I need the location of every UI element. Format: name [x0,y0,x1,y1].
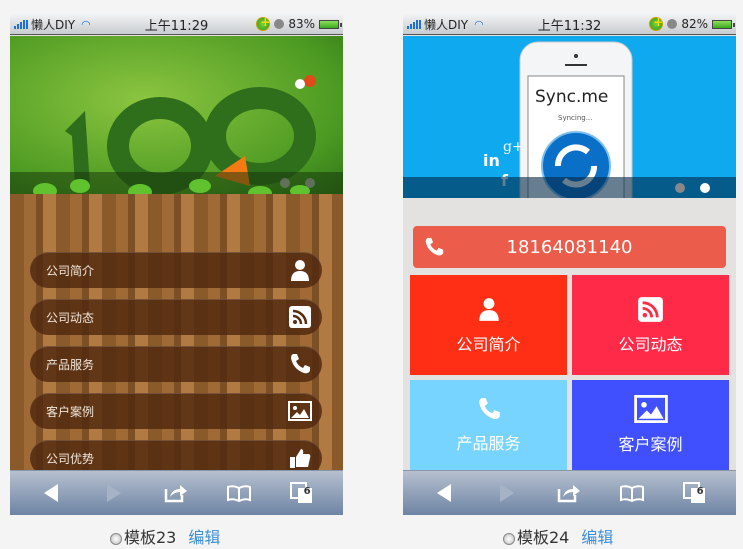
menu-label: 公司优势 [46,451,95,466]
google-plus-icon: g+ [503,139,524,155]
menu-label: 公司动态 [46,310,95,325]
clock-icon [274,19,285,29]
grass-100-illustration [10,75,343,200]
menu-item-company-intro[interactable]: 公司简介 [30,252,322,288]
syncme-phone-illustration: Sync.me Syncing... in g+ f [403,41,736,198]
rss-icon [638,296,663,322]
menu-item-products[interactable]: 产品服务 [30,346,322,382]
back-button[interactable] [36,478,66,508]
rss-icon [289,306,311,328]
security-app-icon [256,15,270,31]
wifi-icon: ◠ [474,17,484,31]
phone-icon [478,398,500,420]
template-24-radio[interactable] [503,532,515,545]
template-23-preview: 懒人DIY ◠ 上午11:29 83% 公司简介 公司动态 产品服务 客户案例 … [10,14,343,515]
slider-dot-active [700,183,710,193]
browser-toolbar: 6 [403,470,736,515]
tabs-count: 6 [303,486,311,497]
tile-company-intro[interactable]: 公司简介 [410,275,567,375]
clock-icon [667,19,678,29]
phone-icon [291,354,310,374]
menu-item-company-news[interactable]: 公司动态 [30,299,322,335]
linkedin-icon: in [483,151,500,170]
template-name: 模板23 [124,528,177,547]
signal-icon [407,19,421,29]
image-icon [633,395,668,423]
tabs-button[interactable]: 6 [287,478,317,508]
tile-products[interactable]: 产品服务 [410,380,567,470]
tile-label: 产品服务 [456,434,521,453]
menu-label: 产品服务 [46,357,95,372]
user-icon [478,298,499,321]
hero-banner-grass [10,36,343,200]
tabs-button[interactable]: 6 [680,478,710,508]
status-bar: 懒人DIY ◠ 上午11:29 83% [10,14,343,35]
edit-link[interactable]: 编辑 [581,524,613,548]
status-time: 上午11:29 [144,18,209,34]
battery-percent: 82% [681,17,708,31]
syncme-brand: Sync.me [535,87,608,107]
status-time: 上午11:32 [537,18,602,34]
image-icon [288,401,312,421]
share-icon[interactable] [161,478,191,508]
tile-label: 公司动态 [618,334,683,354]
carrier-name: 懒人DIY [424,17,469,32]
slider-dot [280,178,290,188]
share-icon[interactable] [554,478,584,508]
menu-item-cases[interactable]: 客户案例 [30,393,322,429]
bookmarks-icon[interactable] [617,478,647,508]
back-button[interactable] [429,478,459,508]
template-23-radio[interactable] [110,532,122,545]
menu-label: 客户案例 [46,404,95,419]
tile-label: 公司简介 [456,335,521,354]
thumbs-up-icon [290,449,311,468]
call-button[interactable]: 18164081140 [413,226,726,268]
browser-toolbar: 6 [10,470,343,515]
phone-number: 18164081140 [506,236,633,258]
signal-icon [14,19,28,29]
wifi-icon: ◠ [81,17,91,31]
forward-button[interactable] [99,478,129,508]
template-name: 模板24 [517,528,570,547]
battery-icon [319,19,342,29]
template-24-caption: 模板24 编辑 [503,524,613,548]
bookmarks-icon[interactable] [224,478,254,508]
tile-cases[interactable]: 客户案例 [572,380,729,470]
tile-company-news[interactable]: 公司动态 [572,275,729,375]
battery-percent: 83% [288,17,315,31]
template-23-caption: 模板23 编辑 [110,524,220,548]
menu-label: 公司简介 [46,263,95,278]
battery-icon [712,19,735,29]
template-24-preview: 懒人DIY ◠ 上午11:32 82% Sync.me Syncing... i… [403,14,736,515]
hero-banner-syncme: Sync.me Syncing... in g+ f [403,36,736,198]
carrier-name: 懒人DIY [31,17,76,32]
slider-dot [675,183,685,193]
edit-link[interactable]: 编辑 [188,524,220,548]
syncing-text: Syncing... [558,114,592,122]
tile-label: 客户案例 [618,435,683,454]
security-app-icon [649,15,663,31]
status-bar: 懒人DIY ◠ 上午11:32 82% [403,14,736,35]
phone-icon [425,237,444,256]
tabs-count: 6 [696,486,704,497]
forward-button[interactable] [492,478,522,508]
user-icon [291,260,309,281]
